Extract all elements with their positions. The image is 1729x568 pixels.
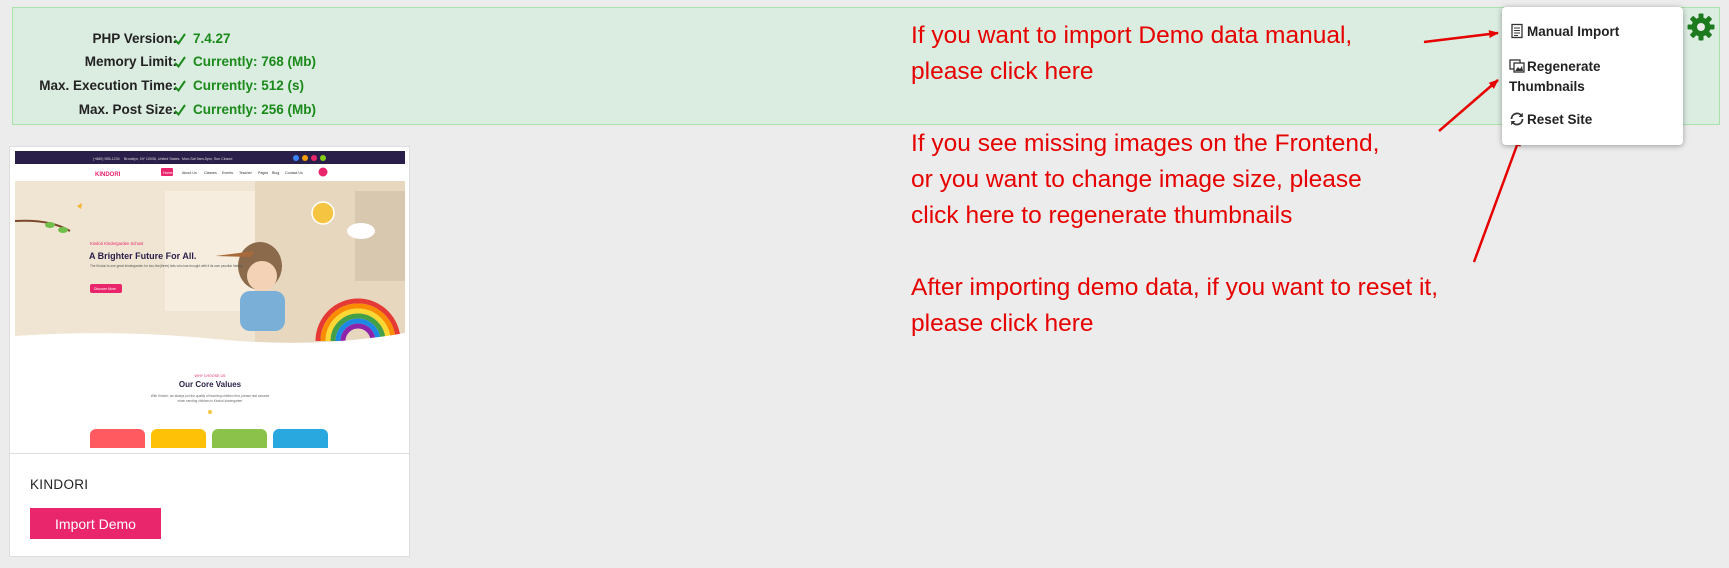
import-demo-button[interactable]: Import Demo: [30, 508, 161, 539]
instagram-icon: [311, 155, 317, 161]
preview-nav-contact: Contact Us: [285, 171, 303, 175]
facebook-icon: [293, 155, 299, 161]
demo-preview-thumbnail[interactable]: (+880) 555-1234 Brooklyn, NY 10036, Unit…: [15, 151, 405, 448]
preview-hero-title: A Brighter Future For All.: [89, 251, 196, 261]
preview-nav-home: Home: [163, 171, 173, 175]
preview-section-kicker: WHY CHOOSE US: [195, 374, 226, 378]
arrow-to-regenerate: [1438, 79, 1499, 132]
preview-section-title: Our Core Values: [179, 380, 242, 389]
card-divider: [10, 453, 409, 454]
twitter-icon: [302, 155, 308, 161]
reset-site-menu-item[interactable]: Reset Site: [1509, 110, 1592, 130]
preview-value-card-1: [90, 429, 145, 448]
preview-value-card-4: [273, 429, 328, 448]
preview-nav-teacher: Teacher: [239, 171, 253, 175]
manual-import-label: Manual Import: [1527, 24, 1620, 39]
arrow-to-reset-site: [1472, 136, 1522, 263]
document-icon: [1511, 23, 1523, 39]
youtube-icon: [320, 155, 326, 161]
preview-value-card-2: [151, 429, 206, 448]
manual-import-menu-item[interactable]: Manual Import: [1509, 22, 1619, 42]
reset-site-label: Reset Site: [1527, 112, 1593, 127]
preview-topbar-hours: Mon-Sat 9am-5pm, Sun Closed: [182, 157, 232, 161]
regenerate-thumbnails-menu-item[interactable]: Regenerate Thumbnails: [1509, 57, 1601, 97]
regenerate-label-line1: Regenerate: [1527, 59, 1601, 74]
preview-hero-button-label: Discover More: [94, 287, 116, 291]
images-icon: [1509, 59, 1525, 73]
preview-nav-events: Events: [222, 171, 233, 175]
preview-topbar-phone: (+880) 555-1234: [93, 157, 120, 161]
preview-cloud-decoration: [347, 223, 375, 239]
gear-icon[interactable]: [1686, 12, 1716, 42]
preview-section-text-2: when sending children to Kindori kinderg…: [178, 399, 243, 403]
preview-value-card-3: [212, 429, 267, 448]
demo-card: (+880) 555-1234 Brooklyn, NY 10036, Unit…: [9, 146, 410, 557]
preview-nav-classes: Classes: [204, 171, 217, 175]
demo-name: KINDORI: [30, 477, 89, 492]
regenerate-label-line2: Thumbnails: [1509, 79, 1585, 94]
refresh-icon: [1510, 112, 1524, 126]
preview-nav-about: About Us: [182, 171, 197, 175]
tools-dropdown-menu: Manual Import Regenerate Thumbnails Rese…: [1502, 7, 1683, 145]
demo-preview-image: (+880) 555-1234 Brooklyn, NY 10036, Unit…: [15, 151, 405, 448]
preview-topbar-address: Brooklyn, NY 10036, United States: [124, 157, 180, 161]
preview-section-text: With Kindori, we always put the quality …: [151, 394, 270, 398]
preview-hero-text: The Kindori is one great kindergarden fo…: [90, 264, 243, 268]
preview-nav-cta: [318, 167, 328, 177]
preview-nav-blog: Blog: [272, 171, 279, 175]
preview-hero-kicker: Kindori Kindergarden School: [90, 241, 143, 246]
preview-logo: KINDORI: [95, 172, 121, 178]
preview-nav-pages: Pages: [258, 171, 268, 175]
arrow-to-manual-import: [1423, 30, 1499, 44]
preview-clock-decoration: [311, 201, 335, 225]
